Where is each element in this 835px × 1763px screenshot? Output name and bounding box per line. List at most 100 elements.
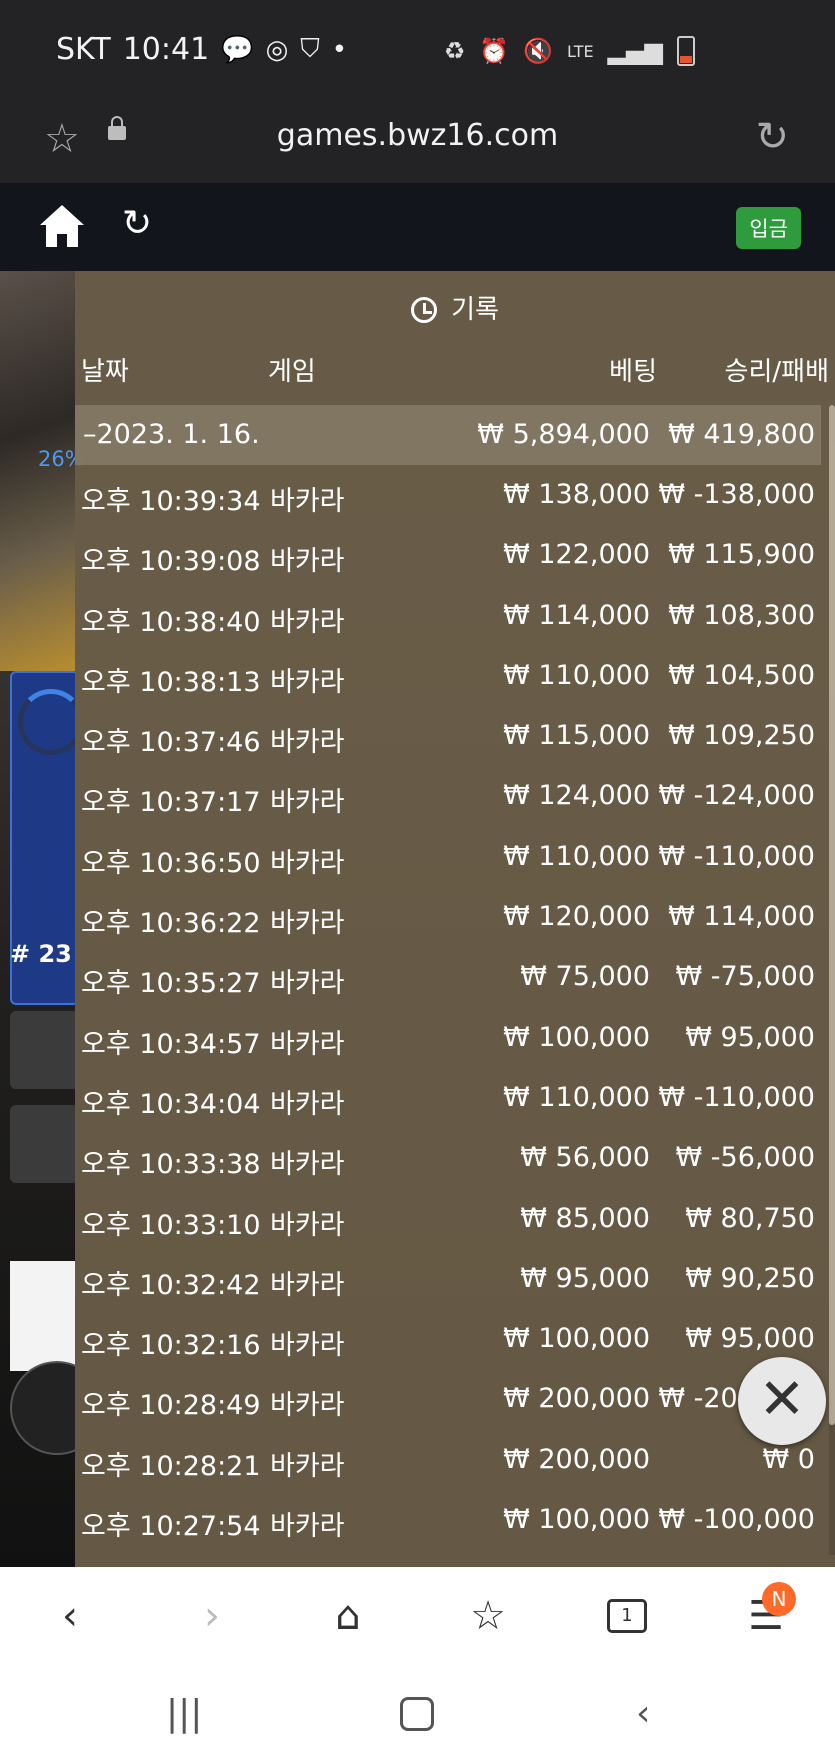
row-result: ₩ 95,000 xyxy=(685,1323,815,1355)
row-game: 바카라 xyxy=(270,727,345,759)
row-bet: ₩ 110,000 xyxy=(503,1081,650,1113)
system-home-icon[interactable] xyxy=(400,1697,434,1731)
row-bet: ₩ 200,000 xyxy=(503,1383,650,1415)
close-button[interactable]: ✕ xyxy=(738,1357,826,1445)
row-result: ₩ 90,250 xyxy=(685,1262,815,1294)
row-result: ₩ -100,000 xyxy=(658,1504,815,1536)
row-bet: ₩ 124,000 xyxy=(503,780,650,812)
row-time: 오후 10:34:04 xyxy=(81,1088,261,1120)
refresh-icon[interactable]: ↻ xyxy=(122,203,152,244)
tabs-button[interactable]: 1 xyxy=(597,1593,657,1633)
date-group-row[interactable]: –2023. 1. 16. ₩ 5,894,000 ₩ 419,800 xyxy=(75,405,821,465)
history-panel: 기록 날짜 게임 베팅 승리/패배 –2023. 1. 16. ₩ 5,894,… xyxy=(75,271,835,1567)
row-bet: ₩ 85,000 xyxy=(520,1202,650,1234)
row-bet: ₩ 100,000 xyxy=(503,1021,650,1053)
history-title: 기록 xyxy=(75,289,835,326)
row-result: ₩ 108,300 xyxy=(668,599,815,631)
reload-icon[interactable]: ↻ xyxy=(755,114,789,160)
row-game: 바카라 xyxy=(270,606,345,638)
home-nav-icon[interactable]: ⌂ xyxy=(318,1593,378,1639)
scrollbar-thumb[interactable] xyxy=(829,405,835,1425)
row-result: ₩ 95,000 xyxy=(685,1021,815,1053)
history-row[interactable]: 오후 10:32:42 바카라 ₩ 95,000 ₩ 90,250 xyxy=(75,1249,821,1309)
column-bet: 베팅 xyxy=(609,357,657,387)
player-pair-button xyxy=(10,1105,75,1183)
row-bet: ₩ 100,000 xyxy=(503,1323,650,1355)
row-result: ₩ 80,750 xyxy=(685,1202,815,1234)
system-nav: ||| ‹ xyxy=(0,1667,835,1763)
history-row[interactable]: 오후 10:32:16 바카라 ₩ 100,000 ₩ 95,000 xyxy=(75,1309,821,1369)
row-time: 오후 10:34:57 xyxy=(81,1028,261,1060)
back-icon[interactable]: ‹ xyxy=(40,1593,100,1639)
row-result: ₩ -75,000 xyxy=(675,961,816,993)
shield-icon: ⛉ xyxy=(300,34,320,64)
history-row[interactable]: 오후 10:27:54 바카라 ₩ 100,000 ₩ -100,000 xyxy=(75,1490,821,1550)
clock: 10:41 xyxy=(122,32,210,67)
history-row[interactable]: 오후 10:37:17 바카라 ₩ 124,000 ₩ -124,000 xyxy=(75,766,821,826)
history-row[interactable]: 오후 10:33:10 바카라 ₩ 85,000 ₩ 80,750 xyxy=(75,1189,821,1249)
history-row[interactable]: 오후 10:36:22 바카라 ₩ 120,000 ₩ 114,000 xyxy=(75,887,821,947)
history-row[interactable]: 오후 10:38:13 바카라 ₩ 110,000 ₩ 104,500 xyxy=(75,646,821,706)
row-time: 오후 10:37:17 xyxy=(81,787,261,819)
row-time: 오후 10:33:10 xyxy=(81,1209,261,1241)
row-game: 바카라 xyxy=(270,1390,345,1422)
row-game: 바카라 xyxy=(270,968,345,1000)
system-back-icon[interactable]: ‹ xyxy=(636,1693,650,1734)
dealer-video xyxy=(0,271,75,671)
row-bet: ₩ 138,000 xyxy=(503,479,650,510)
row-time: 오후 10:33:38 xyxy=(81,1149,261,1181)
row-bet: ₩ 95,000 xyxy=(520,1262,650,1294)
row-bet: ₩ 122,000 xyxy=(503,539,650,571)
status-bar: SKT 10:41 💬 ◎ ⛉ • ♻ ⏰ 🔇 LTE ▂▄▆ xyxy=(0,0,835,100)
row-game: 바카라 xyxy=(270,1149,345,1181)
url-text[interactable]: games.bwz16.com xyxy=(0,118,835,153)
row-time: 오후 10:37:46 xyxy=(81,727,261,759)
column-result: 승리/패배 xyxy=(724,357,829,387)
row-bet: ₩ 56,000 xyxy=(520,1142,650,1174)
battery-icon xyxy=(677,36,695,66)
signal-icon: ▂▄▆ xyxy=(607,37,663,65)
forward-icon[interactable]: › xyxy=(182,1593,242,1639)
row-result: ₩ 114,000 xyxy=(668,901,815,933)
row-time: 오후 10:27:54 xyxy=(81,1511,261,1543)
row-result: ₩ -56,000 xyxy=(675,1142,816,1174)
row-game: 바카라 xyxy=(270,1088,345,1120)
row-game: 바카라 xyxy=(270,486,345,517)
recent-apps-icon[interactable]: ||| xyxy=(166,1693,202,1734)
row-game: 바카라 xyxy=(270,908,345,940)
row-time: 오후 10:28:21 xyxy=(81,1450,261,1482)
row-time: 오후 10:36:50 xyxy=(81,847,261,879)
browser-nav: ‹ › ⌂ ☆ 1 ☰ xyxy=(0,1567,835,1667)
column-date: 날짜 xyxy=(81,357,129,387)
history-row[interactable]: 오후 10:37:46 바카라 ₩ 115,000 ₩ 109,250 xyxy=(75,706,821,766)
history-row[interactable]: 오후 10:28:49 바카라 ₩ 200,000 ₩ -200,000 xyxy=(75,1369,821,1429)
row-game: 바카라 xyxy=(270,1511,345,1543)
row-game: 바카라 xyxy=(270,847,345,879)
history-row[interactable]: 오후 10:36:50 바카라 ₩ 110,000 ₩ -110,000 xyxy=(75,827,821,887)
player-button xyxy=(10,1011,75,1089)
history-row[interactable]: 오후 10:28:21 바카라 ₩ 200,000 ₩ 0 xyxy=(75,1430,821,1490)
history-row[interactable]: 오후 10:35:27 바카라 ₩ 75,000 ₩ -75,000 xyxy=(75,947,821,1007)
history-row[interactable]: 오후 10:33:38 바카라 ₩ 56,000 ₩ -56,000 xyxy=(75,1128,821,1188)
deposit-button[interactable]: 입금 xyxy=(736,207,801,249)
history-row[interactable]: 오후 10:39:08 바카라 ₩ 122,000 ₩ 115,900 xyxy=(75,525,821,585)
history-row[interactable]: 오후 10:38:40 바카라 ₩ 114,000 ₩ 108,300 xyxy=(75,586,821,646)
bookmarks-icon[interactable]: ☆ xyxy=(458,1593,518,1639)
history-row[interactable]: 오후 10:34:57 바카라 ₩ 100,000 ₩ 95,000 xyxy=(75,1008,821,1068)
date-group-date: –2023. 1. 16. xyxy=(83,419,260,450)
game-header: ↻ 입금 xyxy=(0,183,835,271)
row-result: ₩ 115,900 xyxy=(668,539,815,571)
date-group-result-total: ₩ 419,800 xyxy=(668,419,815,450)
date-group-bet-total: ₩ 5,894,000 xyxy=(477,419,650,450)
home-icon[interactable] xyxy=(38,203,86,249)
row-bet: ₩ 114,000 xyxy=(503,599,650,631)
carrier-label: SKT xyxy=(56,32,111,67)
url-bar: ☆ games.bwz16.com ↻ xyxy=(0,100,835,183)
row-result: ₩ 104,500 xyxy=(668,659,815,691)
history-row[interactable]: 오후 10:39:34 바카라 ₩ 138,000 ₩ -138,000 xyxy=(75,465,821,525)
row-time: 오후 10:32:42 xyxy=(81,1269,261,1301)
progress-ring xyxy=(18,689,75,755)
row-game: 바카라 xyxy=(270,666,345,698)
row-game: 바카라 xyxy=(270,1209,345,1241)
history-row[interactable]: 오후 10:34:04 바카라 ₩ 110,000 ₩ -110,000 xyxy=(75,1068,821,1128)
